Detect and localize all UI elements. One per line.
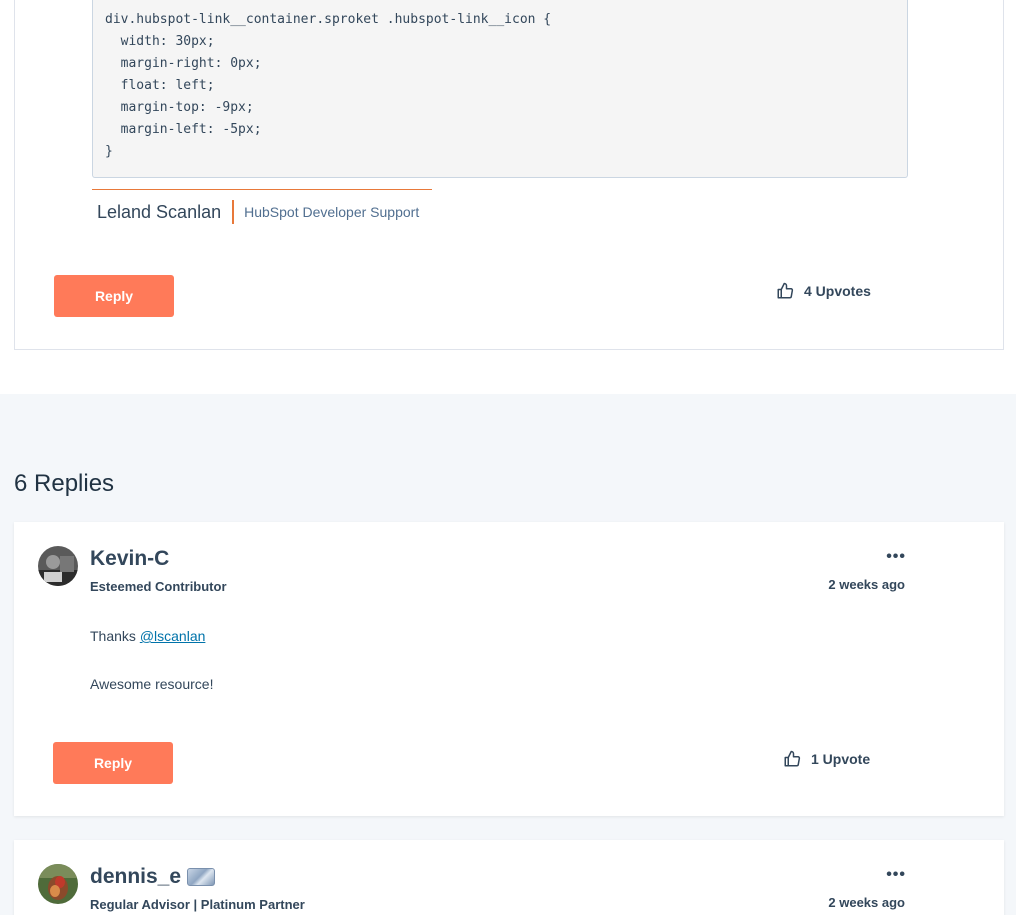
upvote-button[interactable]: 4 Upvotes — [776, 282, 871, 300]
reply-card: Kevin-C Esteemed Contributor ••• 2 weeks… — [14, 522, 1004, 816]
signature-divider — [232, 200, 235, 224]
platinum-badge-icon — [187, 868, 216, 886]
replies-heading: 6 Replies — [14, 470, 115, 497]
avatar[interactable] — [38, 864, 78, 904]
author-name[interactable]: Kevin-C — [90, 547, 169, 571]
author-name-text[interactable]: Kevin-C — [90, 547, 169, 571]
more-options-icon[interactable]: ••• — [886, 548, 906, 566]
avatar-image — [38, 546, 78, 586]
author-rank: Regular Advisor | Platinum Partner — [90, 897, 305, 912]
reply-card: dennis_e Regular Advisor | Platinum Part… — [14, 840, 1004, 915]
reply-button[interactable]: Reply — [54, 275, 174, 317]
author-rank: Esteemed Contributor — [90, 579, 227, 594]
author-name-text[interactable]: dennis_e — [90, 865, 181, 889]
code-snippet: div.hubspot-link__container.sproket .hub… — [105, 12, 552, 159]
author-name[interactable]: dennis_e — [90, 865, 216, 889]
reply-body: Thanks @lscanlan Awesome resource! — [90, 626, 213, 722]
original-post-card: div.hubspot-link__container.sproket .hub… — [14, 0, 1004, 350]
post-timestamp: 2 weeks ago — [828, 895, 905, 910]
thumbs-up-icon — [784, 750, 801, 767]
more-options-icon[interactable]: ••• — [886, 866, 906, 884]
code-block: div.hubspot-link__container.sproket .hub… — [92, 0, 908, 178]
signature: Leland Scanlan HubSpot Developer Support — [92, 189, 432, 224]
thumbs-up-icon — [777, 282, 794, 299]
upvote-count: 4 Upvotes — [804, 283, 871, 299]
reply-paragraph: Awesome resource! — [90, 676, 214, 692]
reply-button[interactable]: Reply — [53, 742, 173, 784]
avatar[interactable] — [38, 546, 78, 586]
signature-name: Leland Scanlan — [97, 201, 222, 222]
reply-paragraph: Thanks @lscanlan — [90, 626, 213, 646]
post-timestamp: 2 weeks ago — [828, 577, 905, 592]
user-mention-link[interactable]: @lscanlan — [140, 628, 206, 644]
reply-text: Thanks — [90, 628, 140, 644]
replies-section: 6 Replies Kevin-C Esteemed Contributor •… — [0, 394, 1016, 915]
upvote-button[interactable]: 1 Upvote — [783, 750, 870, 768]
signature-role: HubSpot Developer Support — [244, 204, 420, 220]
avatar-image — [38, 864, 78, 904]
upvote-count: 1 Upvote — [811, 751, 871, 767]
original-post-section: div.hubspot-link__container.sproket .hub… — [0, 0, 1016, 394]
